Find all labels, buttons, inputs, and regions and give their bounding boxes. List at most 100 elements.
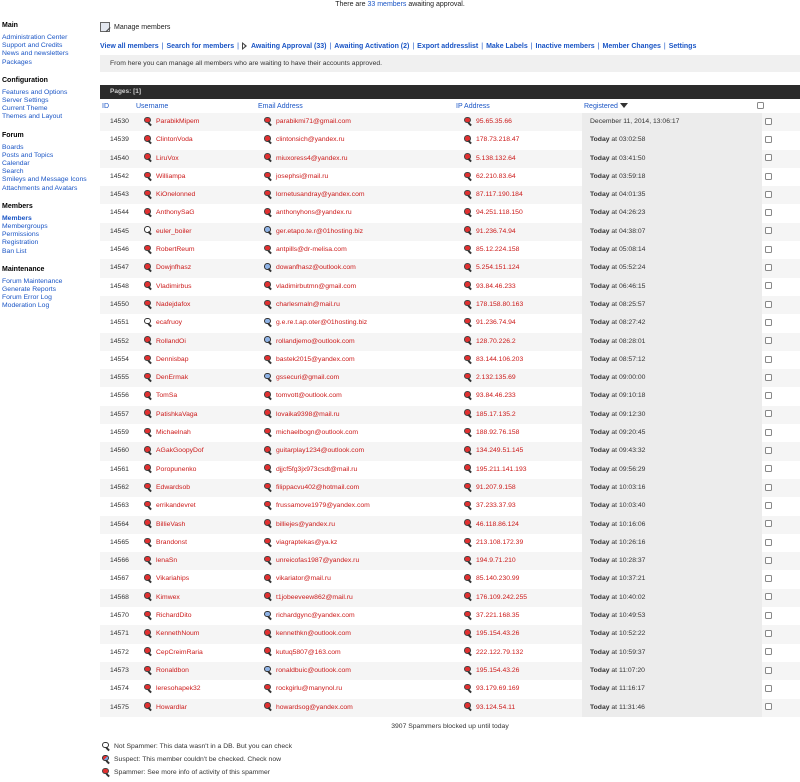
sidebar-item[interactable]: Registration xyxy=(2,239,95,247)
email-link[interactable]: dowanfhasz@outlook.com xyxy=(276,264,356,271)
sidebar-item[interactable]: Themes and Layout xyxy=(2,113,95,121)
email-link[interactable]: unreicofas1987@yandex.ru xyxy=(276,557,359,564)
spam-check-icon[interactable] xyxy=(144,116,153,126)
username-link[interactable]: BillieVash xyxy=(156,521,185,528)
row-checkbox[interactable] xyxy=(765,168,785,186)
row-checkbox[interactable] xyxy=(765,406,785,424)
sidebar-item[interactable]: Smileys and Message Icons xyxy=(2,176,95,184)
username-link[interactable]: KennethNoum xyxy=(156,630,199,637)
ip-link[interactable]: 5.138.132.64 xyxy=(476,155,516,162)
username-link[interactable]: euler_boiler xyxy=(156,228,192,235)
spam-check-icon[interactable] xyxy=(144,702,153,712)
ip-link[interactable]: 91.236.74.94 xyxy=(476,319,516,326)
spam-check-icon[interactable] xyxy=(144,683,153,693)
username-link[interactable]: ecafruoy xyxy=(156,319,182,326)
username-link[interactable]: Kimwex xyxy=(156,594,180,601)
username-link[interactable]: Poropunenko xyxy=(156,466,196,473)
ip-link[interactable]: 93.84.46.233 xyxy=(476,283,516,290)
spam-check-icon[interactable] xyxy=(264,354,273,364)
spam-check-icon[interactable] xyxy=(264,665,273,675)
ip-link[interactable]: 91.236.74.94 xyxy=(476,228,516,235)
tab-item[interactable]: Settings xyxy=(669,43,697,50)
email-link[interactable]: guitarplay1234@outlook.com xyxy=(276,447,364,454)
sidebar-item[interactable]: Generate Reports xyxy=(2,286,95,294)
sidebar-item[interactable]: Forum Error Log xyxy=(2,294,95,302)
spam-check-icon[interactable] xyxy=(264,336,273,346)
row-checkbox[interactable] xyxy=(765,369,785,387)
spam-check-icon[interactable] xyxy=(264,464,273,474)
ip-link[interactable]: 176.109.242.255 xyxy=(476,594,527,601)
spam-check-icon[interactable] xyxy=(464,610,473,620)
row-checkbox[interactable] xyxy=(765,113,785,131)
spam-check-icon[interactable] xyxy=(464,500,473,510)
sidebar-item[interactable]: Moderation Log xyxy=(2,302,95,310)
username-link[interactable]: PatishkaVaga xyxy=(156,411,197,418)
ip-link[interactable]: 93.179.69.169 xyxy=(476,685,519,692)
spam-check-icon[interactable] xyxy=(464,537,473,547)
username-link[interactable]: lenaSn xyxy=(156,557,177,564)
spam-check-icon[interactable] xyxy=(144,135,153,144)
ip-link[interactable]: 188.92.76.158 xyxy=(476,429,519,436)
ip-link[interactable]: 134.249.51.145 xyxy=(476,447,523,454)
spam-check-icon[interactable] xyxy=(144,336,153,346)
spam-check-icon[interactable] xyxy=(264,244,273,254)
sidebar-item[interactable]: Ban List xyxy=(2,248,95,256)
spam-check-icon[interactable] xyxy=(464,189,473,199)
sidebar-item[interactable]: Members xyxy=(2,215,95,223)
email-link[interactable]: miuxoress4@yandex.ru xyxy=(276,155,348,162)
tab-item[interactable]: Inactive members xyxy=(536,43,595,50)
spam-check-icon[interactable] xyxy=(144,592,153,602)
row-checkbox[interactable] xyxy=(765,699,785,717)
row-checkbox[interactable] xyxy=(765,516,785,534)
ip-link[interactable]: 178.158.80.163 xyxy=(476,301,523,308)
ip-link[interactable]: 37.233.37.93 xyxy=(476,502,516,509)
spam-check-icon[interactable] xyxy=(144,189,153,199)
username-link[interactable]: TomSa xyxy=(156,392,177,399)
ip-link[interactable]: 2.132.135.69 xyxy=(476,374,516,381)
column-id[interactable]: ID xyxy=(102,103,109,110)
awaiting-members-link[interactable]: 33 members xyxy=(368,1,407,8)
ip-link[interactable]: 46.118.86.124 xyxy=(476,521,519,528)
spam-check-icon[interactable] xyxy=(144,610,153,620)
spam-check-icon[interactable] xyxy=(264,482,273,492)
spam-check-icon[interactable] xyxy=(264,629,273,638)
username-link[interactable]: Dennisbap xyxy=(156,356,189,363)
spam-check-icon[interactable] xyxy=(264,537,273,547)
ip-link[interactable]: 222.122.79.132 xyxy=(476,649,523,656)
spam-check-icon[interactable] xyxy=(464,665,473,675)
email-link[interactable]: billiejes@yandex.ru xyxy=(276,521,335,528)
spam-check-icon[interactable] xyxy=(144,208,153,218)
email-link[interactable]: anthonyhons@yandex.ru xyxy=(276,209,352,216)
ip-link[interactable]: 185.17.135.2 xyxy=(476,411,516,418)
spam-check-icon[interactable] xyxy=(144,354,153,364)
username-link[interactable]: Nadejdafox xyxy=(156,301,190,308)
email-link[interactable]: josephsi@mail.ru xyxy=(276,173,328,180)
spam-check-icon[interactable] xyxy=(464,208,473,218)
ip-link[interactable]: 128.70.226.2 xyxy=(476,338,516,345)
column-email[interactable]: Email Address xyxy=(258,103,303,110)
email-link[interactable]: kutuq5807@163.com xyxy=(276,649,341,656)
spam-check-icon[interactable] xyxy=(264,500,273,510)
username-link[interactable]: Vikariahips xyxy=(156,575,189,582)
email-link[interactable]: gssecuri@gmail.com xyxy=(276,374,339,381)
spam-check-icon[interactable] xyxy=(264,208,273,218)
spam-check-icon[interactable] xyxy=(464,263,473,273)
spam-check-icon[interactable] xyxy=(464,519,473,529)
spam-check-icon[interactable] xyxy=(144,555,153,565)
spam-check-icon[interactable] xyxy=(144,647,153,657)
username-link[interactable]: Ronaldbon xyxy=(156,667,189,674)
ip-link[interactable]: 62.210.83.64 xyxy=(476,173,516,180)
spam-check-icon[interactable] xyxy=(144,665,153,675)
username-link[interactable]: KiOnelonned xyxy=(156,191,195,198)
row-checkbox[interactable] xyxy=(765,186,785,204)
email-link[interactable]: ger.etapo.te.r@01hosting.biz xyxy=(276,228,363,235)
username-link[interactable]: RichardDito xyxy=(156,612,192,619)
sidebar-item[interactable]: Posts and Topics xyxy=(2,152,95,160)
email-link[interactable]: viagraptekas@ya.kz xyxy=(276,539,337,546)
spam-check-icon[interactable] xyxy=(464,647,473,657)
spam-check-icon[interactable] xyxy=(144,299,153,309)
spam-check-icon[interactable] xyxy=(144,446,153,456)
spam-check-icon[interactable] xyxy=(264,281,273,291)
column-username[interactable]: Username xyxy=(136,103,168,110)
ip-link[interactable]: 91.207.9.158 xyxy=(476,484,516,491)
